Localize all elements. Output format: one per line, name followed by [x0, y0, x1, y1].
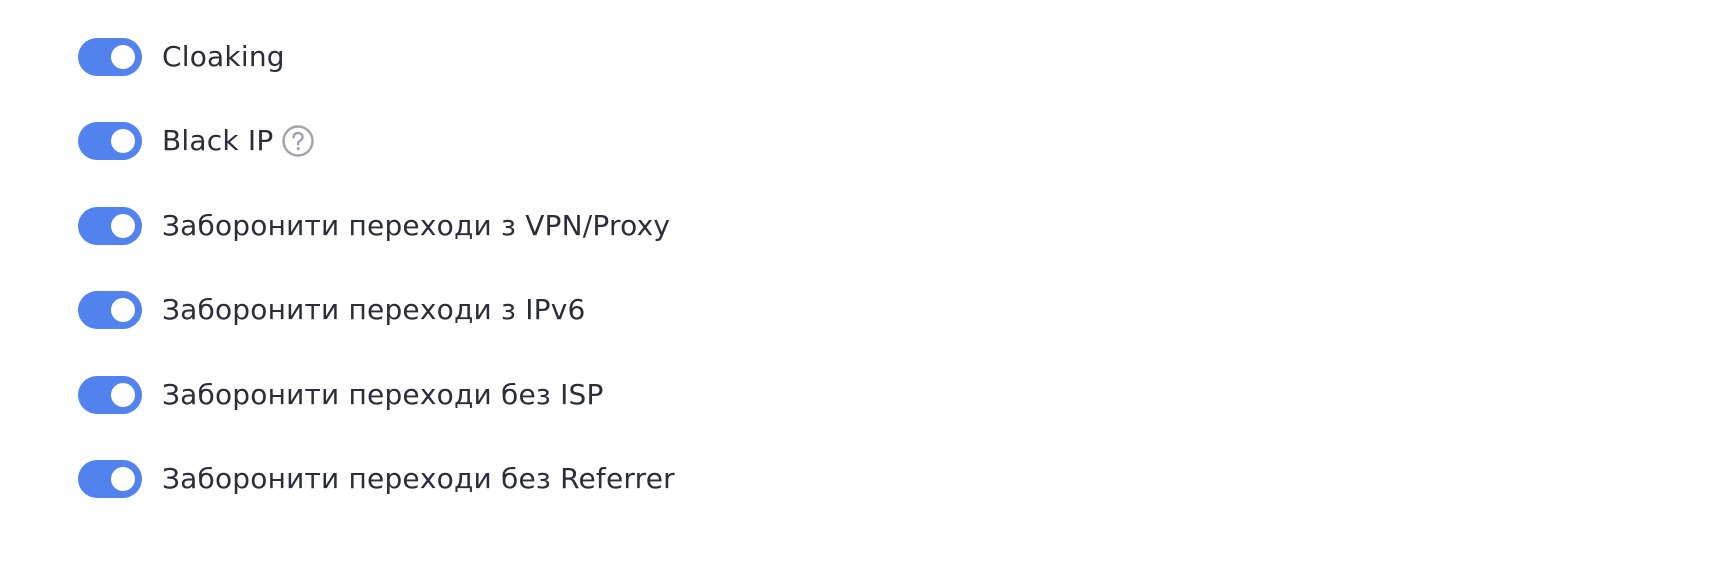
help-circle-icon[interactable] [281, 124, 315, 158]
toggle-knob [111, 214, 135, 238]
block-vpn-proxy-toggle-switch[interactable] [78, 207, 142, 245]
toggle-label-black-ip: Black IP [162, 124, 274, 157]
toggle-label-block-vpn-proxy: Заборонити переходи з VPN/Proxy [162, 209, 671, 242]
toggle-knob [111, 45, 135, 69]
toggle-row-black-ip[interactable]: Black IP [78, 119, 315, 163]
block-no-referrer-toggle-switch[interactable] [78, 460, 142, 498]
toggle-label-block-no-referrer: Заборонити переходи без Referrer [162, 462, 675, 495]
toggle-label-block-ipv6: Заборонити переходи з IPv6 [162, 293, 586, 326]
toggle-row-block-no-isp[interactable]: Заборонити переходи без ISP [78, 373, 604, 417]
toggle-knob [111, 298, 135, 322]
toggle-row-block-ipv6[interactable]: Заборонити переходи з IPv6 [78, 288, 586, 332]
block-no-isp-toggle-switch[interactable] [78, 376, 142, 414]
filter-settings-list: Cloaking Black IP Заборонити переходи з … [78, 0, 1278, 566]
toggle-label-cloaking: Cloaking [162, 40, 285, 73]
cloaking-toggle-switch[interactable] [78, 38, 142, 76]
toggle-knob [111, 383, 135, 407]
toggle-knob [111, 467, 135, 491]
toggle-row-cloaking[interactable]: Cloaking [78, 35, 285, 79]
toggle-label-block-no-isp: Заборонити переходи без ISP [162, 378, 604, 411]
black-ip-toggle-switch[interactable] [78, 122, 142, 160]
toggle-row-block-no-referrer[interactable]: Заборонити переходи без Referrer [78, 457, 675, 501]
toggle-knob [111, 129, 135, 153]
block-ipv6-toggle-switch[interactable] [78, 291, 142, 329]
toggle-row-block-vpn-proxy[interactable]: Заборонити переходи з VPN/Proxy [78, 204, 670, 248]
